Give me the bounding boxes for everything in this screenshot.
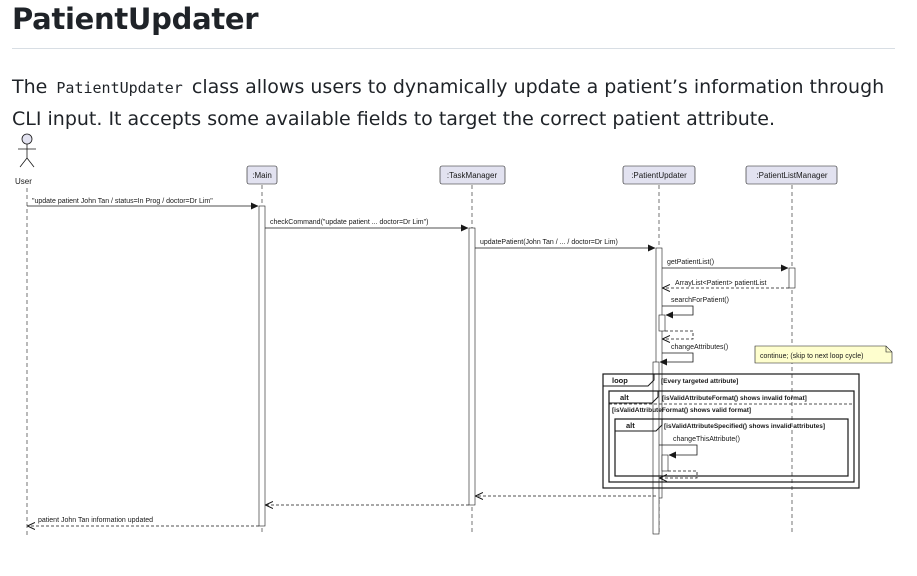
loop-tab bbox=[602, 374, 655, 387]
message-label-change-this: changeThisAttribute() bbox=[673, 436, 740, 443]
sequence-diagram: User :Main :TaskManager :PatientUpdater … bbox=[15, 133, 893, 535]
self-return-change-this bbox=[660, 470, 698, 478]
message-label-get-patient-list: getPatientList() bbox=[667, 259, 714, 266]
activation-main bbox=[258, 205, 266, 527]
loop-operator: loop bbox=[612, 376, 628, 385]
participant-patientlistmanager-label: :PatientListManager bbox=[756, 171, 827, 180]
self-call-change-this bbox=[659, 444, 698, 459]
participant-patientupdater-label: :PatientUpdater bbox=[631, 171, 687, 180]
alt-tab-outer bbox=[608, 391, 659, 404]
message-label-update-command: "update patient John Tan / status=In Pro… bbox=[32, 198, 213, 205]
participant-taskmanager-label: :TaskManager bbox=[447, 171, 498, 180]
alt-inner-operator: alt bbox=[626, 421, 635, 430]
actor-label: User bbox=[15, 177, 32, 186]
activation-patientupdater-2 bbox=[652, 361, 660, 535]
activation-patientlistmanager bbox=[788, 267, 796, 289]
message-label-update-patient: updatePatient(John Tan / ... / doctor=Dr… bbox=[480, 239, 618, 246]
self-call-change-attributes bbox=[659, 352, 694, 366]
activation-taskmanager bbox=[468, 227, 476, 506]
self-return-search bbox=[663, 330, 694, 339]
note-text: continue; (skip to next loop cycle) bbox=[760, 353, 864, 360]
activation-change bbox=[661, 454, 669, 472]
activation-search bbox=[658, 314, 666, 332]
participant-main-label: :Main bbox=[252, 171, 272, 180]
alt-outer-else-guard: [isValidAttributeFormat() shows valid fo… bbox=[612, 407, 751, 414]
self-call-search bbox=[662, 305, 694, 319]
return-label-user: patient John Tan information updated bbox=[38, 517, 153, 524]
return-label-patient-list: ArrayList<Patient> patientList bbox=[675, 280, 766, 287]
message-label-change-attributes: changeAttributes() bbox=[671, 344, 728, 351]
message-label-search: searchForPatient() bbox=[671, 297, 729, 304]
alt-inner-guard: [isValidAttributeSpecified() shows inval… bbox=[664, 423, 825, 430]
loop-guard: [Every targeted attribute] bbox=[661, 378, 738, 385]
user-actor-icon bbox=[18, 133, 36, 168]
alt-outer-operator: alt bbox=[620, 393, 629, 402]
message-label-check-command: checkCommand("update patient ... doctor=… bbox=[270, 219, 428, 226]
alt-outer-guard: [isValidAttributeFormat() shows invalid … bbox=[662, 395, 807, 402]
